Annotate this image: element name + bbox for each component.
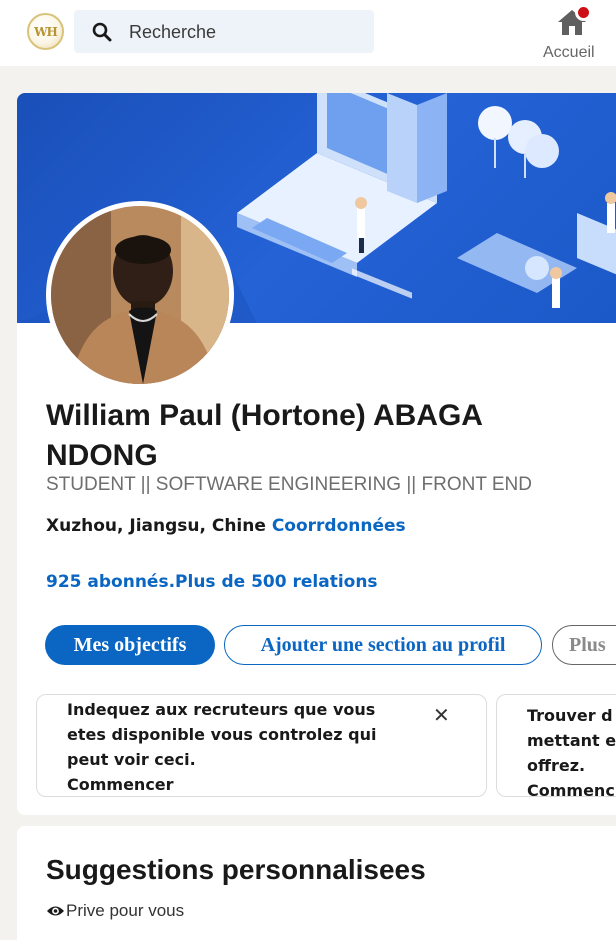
suggestions-section: Suggestions personnalisees Prive pour vo… — [17, 826, 616, 940]
section-title: Suggestions personnalisees — [46, 854, 426, 885]
profile-photo-frame[interactable] — [46, 201, 234, 389]
objectives-button[interactable]: Mes objectifs — [45, 625, 215, 665]
profile-name: William Paul (Hortone) ABAGA NDONG — [46, 399, 482, 472]
tile-cta[interactable]: Commenc — [527, 781, 615, 800]
close-icon[interactable]: ✕ — [433, 703, 450, 728]
avatar-portrait — [51, 206, 229, 384]
profile-location: Xuzhou, Jiangsu, Chine Coorrdonnées — [46, 516, 406, 536]
connections-link[interactable]: 925 abonnés.Plus de 500 relations — [46, 572, 378, 592]
notification-badge — [575, 4, 592, 21]
home-label: Accueil — [543, 44, 595, 61]
contact-info-link[interactable]: Coorrdonnées — [272, 516, 406, 536]
profile-card: William Paul (Hortone) ABAGA NDONG STUDE… — [17, 93, 616, 815]
tile-description-line1: Trouver d — [527, 706, 613, 725]
tile-cta[interactable]: Commencer — [67, 775, 174, 794]
tile-description: Indequez aux recruteurs que vous etes di… — [67, 700, 377, 769]
tile-description-line3: offrez. — [527, 756, 586, 775]
logo-text: WH — [34, 24, 58, 39]
tile-description-line2: mettant e — [527, 731, 616, 750]
privacy-label: Prive pour vous — [66, 901, 185, 920]
top-navigation-bar: WH Recherche Accueil — [0, 0, 616, 66]
avatar[interactable] — [51, 206, 229, 384]
open-to-work-tile: Indequez aux recruteurs que vous etes di… — [36, 694, 487, 797]
suggestion-tile: Trouver d mettant e offrez. Commenc — [496, 694, 616, 800]
add-profile-section-button[interactable]: Ajouter une section au profil — [224, 625, 542, 665]
profile-headline: STUDENT || SOFTWARE ENGINEERING || FRONT… — [46, 474, 532, 495]
tile-text: Indequez aux recruteurs que vous etes di… — [67, 697, 417, 797]
location-text: Xuzhou, Jiangsu, Chine — [46, 516, 266, 536]
more-button[interactable]: Plus — [552, 625, 616, 665]
eye-icon — [47, 906, 64, 916]
section-subtitle: Prive pour vous — [46, 901, 184, 921]
nav-home[interactable]: Accueil — [538, 4, 608, 64]
logo[interactable]: WH — [27, 13, 64, 50]
search-icon — [92, 22, 112, 42]
tile-text: Trouver d mettant e offrez. Commenc — [527, 703, 616, 803]
search-input[interactable]: Recherche — [74, 10, 374, 53]
search-placeholder: Recherche — [129, 22, 217, 42]
